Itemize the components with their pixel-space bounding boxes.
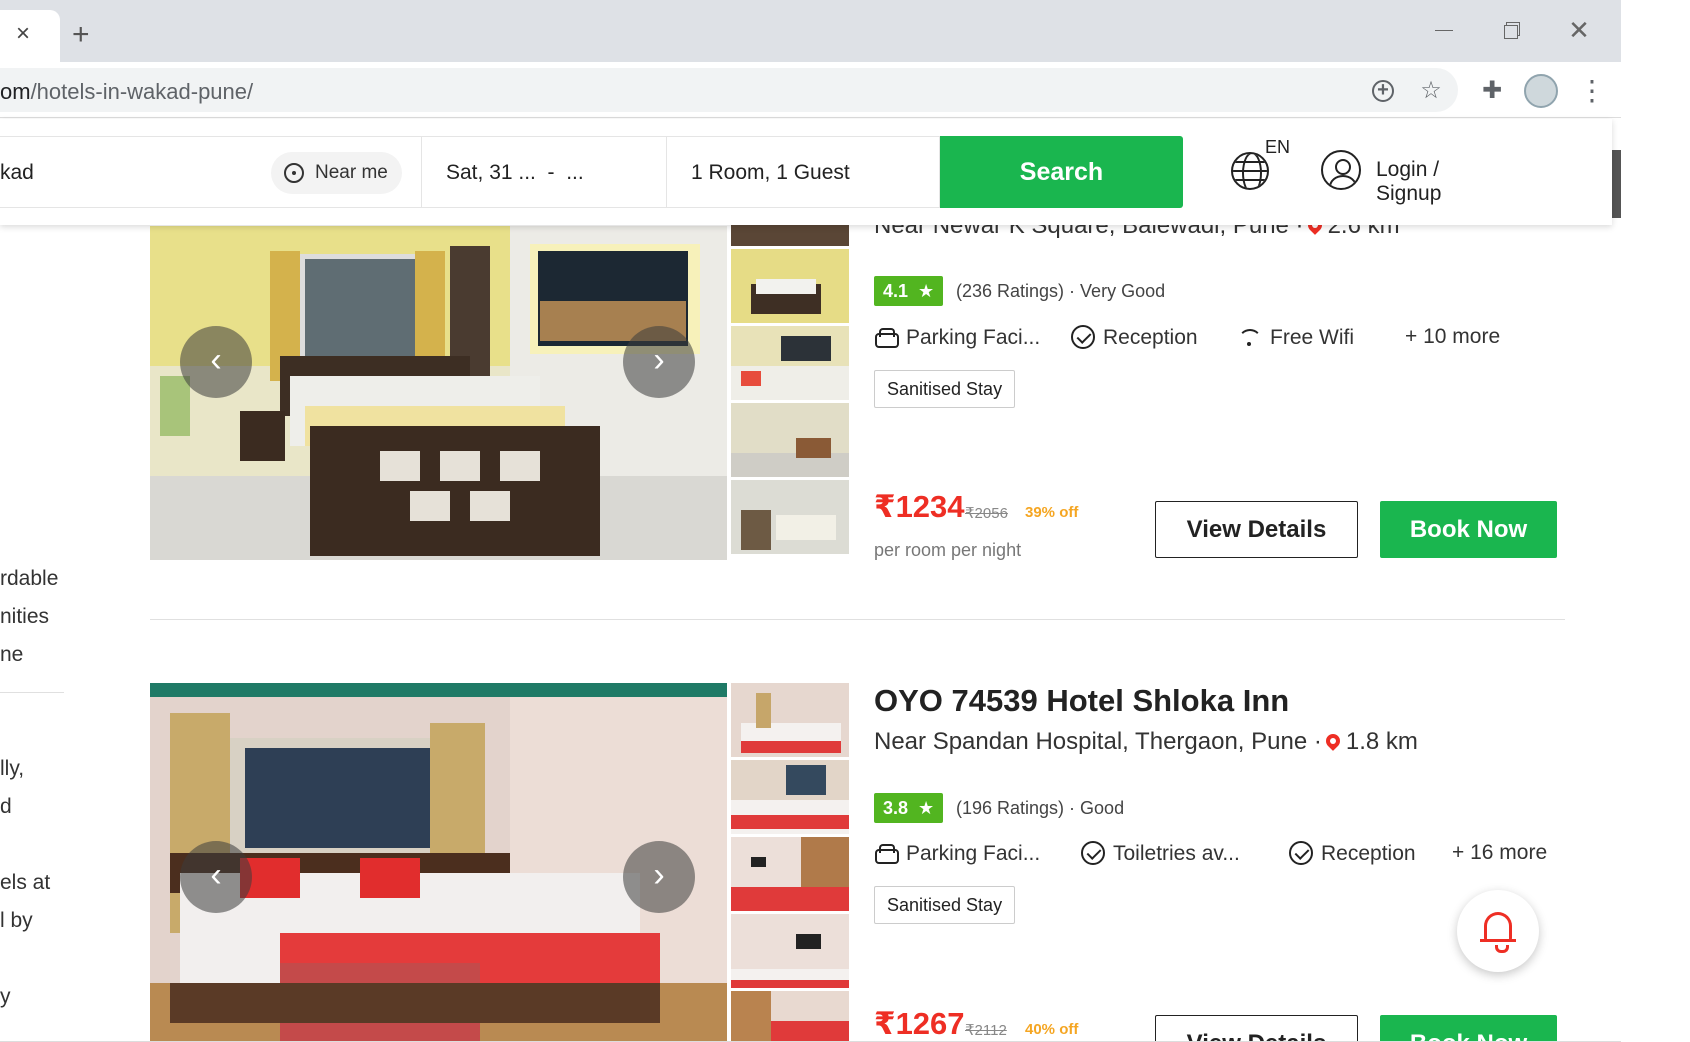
filter-sidebar: rdable nities ne lly, d els at l by y	[0, 225, 72, 1042]
original-price: ₹2112	[965, 1022, 1007, 1039]
location-pin-icon	[1322, 731, 1343, 751]
user-icon[interactable]	[1321, 150, 1361, 190]
photo-thumbnail[interactable]	[731, 991, 849, 1042]
photo-thumbnail[interactable]	[731, 683, 849, 757]
url-text[interactable]: om/hotels-in-wakad-pune/	[0, 79, 253, 105]
next-photo-arrow[interactable]: ›	[623, 326, 695, 398]
sanitised-stay-tag: Sanitised Stay	[874, 886, 1016, 924]
rating-badge: 4.1 ★	[874, 276, 943, 306]
city-search-field[interactable]: kad Near me	[0, 136, 422, 208]
amenity-toiletries: Toiletries av...	[1081, 841, 1240, 866]
wifi-icon	[1238, 325, 1262, 349]
new-tab-button[interactable]: +	[72, 20, 90, 50]
browser-tab-strip: × + ✕	[0, 0, 1621, 62]
address-bar[interactable]: om/hotels-in-wakad-pune/	[0, 68, 1458, 112]
check-circle-icon	[1289, 841, 1313, 865]
notification-button[interactable]	[1457, 890, 1539, 972]
tab-close-icon[interactable]: ×	[16, 22, 30, 46]
sidebar-text-line: lly,	[0, 757, 25, 780]
rating-summary: (196 Ratings) · Good	[956, 798, 1125, 818]
browser-toolbar: om/hotels-in-wakad-pune/ ☆ ✚ ⋮	[0, 62, 1621, 118]
scrollbar-thumb[interactable]	[1612, 150, 1621, 218]
hotel-price: ₹1267	[874, 1006, 965, 1041]
login-signup-link[interactable]: Login / Signup	[1376, 158, 1441, 206]
book-now-button[interactable]: Book Now	[1380, 1015, 1557, 1042]
car-icon	[874, 841, 899, 865]
previous-photo-arrow[interactable]: ‹	[180, 326, 252, 398]
sidebar-text-line: d	[0, 795, 12, 818]
window-edge	[1621, 0, 1690, 1042]
language-code[interactable]: EN	[1265, 137, 1290, 158]
date-value: Sat, 31 ... - ...	[446, 161, 584, 184]
date-picker-field[interactable]: Sat, 31 ... - ...	[422, 136, 667, 208]
view-details-button[interactable]: View Details	[1155, 501, 1358, 558]
window-close-button[interactable]: ✕	[1567, 17, 1591, 43]
globe-icon	[1231, 152, 1269, 190]
sidebar-text-line: rdable	[0, 567, 59, 590]
next-photo-arrow[interactable]: ›	[623, 841, 695, 913]
hotel-name[interactable]: OYO 74539 Hotel Shloka Inn	[874, 683, 1289, 719]
more-amenities-link[interactable]: + 10 more	[1405, 325, 1500, 349]
hotel-card: ‹ › OYO 74539 Hotel Shloka Inn Near Span…	[150, 683, 1565, 1042]
near-me-button[interactable]: Near me	[271, 152, 402, 194]
car-icon	[874, 325, 899, 349]
profile-avatar[interactable]	[1524, 74, 1558, 108]
browser-tab[interactable]: ×	[0, 10, 60, 62]
bookmark-star-icon[interactable]: ☆	[1418, 78, 1444, 104]
photo-thumbnail[interactable]	[731, 403, 849, 477]
more-amenities-link[interactable]: + 16 more	[1452, 841, 1547, 865]
search-button[interactable]: Search	[940, 136, 1183, 208]
sidebar-text-line: els at	[0, 871, 51, 894]
book-now-button[interactable]: Book Now	[1380, 501, 1557, 558]
sidebar-text-line: ne	[0, 643, 24, 666]
price-unit: per room per night	[874, 540, 1022, 560]
amenity-parking: Parking Faci...	[874, 325, 1040, 350]
sidebar-text-line: l by	[0, 909, 33, 932]
star-icon: ★	[918, 798, 935, 818]
photo-thumbnail[interactable]	[731, 326, 849, 400]
check-circle-icon	[1071, 325, 1095, 349]
city-value[interactable]: kad	[0, 161, 34, 185]
guests-field[interactable]: 1 Room, 1 Guest	[667, 136, 940, 208]
original-price: ₹2056	[965, 505, 1008, 522]
language-selector[interactable]	[1231, 152, 1271, 192]
sidebar-text-line: y	[0, 985, 11, 1008]
sidebar-text-line: nities	[0, 605, 50, 628]
rating-summary: (236 Ratings) · Very Good	[956, 281, 1166, 301]
photo-thumbnail[interactable]	[731, 760, 849, 834]
rating-badge: 3.8 ★	[874, 793, 943, 823]
browser-menu-icon[interactable]: ⋮	[1578, 77, 1606, 105]
window-minimize-button[interactable]	[1432, 18, 1456, 42]
photo-thumbnail[interactable]	[731, 249, 849, 323]
hotel-address: Near Spandan Hospital, Thergaon, Pune · 1…	[874, 728, 1418, 755]
photo-thumbnail[interactable]	[731, 837, 849, 911]
discount-label: 40% off	[1025, 1021, 1079, 1038]
window-restore-button[interactable]	[1500, 18, 1524, 42]
star-icon: ★	[918, 281, 935, 301]
card-divider	[150, 619, 1565, 620]
hotel-price: ₹1234	[874, 489, 965, 524]
photo-thumbnail[interactable]	[731, 914, 849, 988]
amenity-parking: Parking Faci...	[874, 841, 1040, 866]
discount-label: 39% off	[1025, 504, 1079, 521]
hotel-card: ‹ › Near Newar K Square, Balewadi, Pune …	[150, 172, 1565, 566]
previous-photo-arrow[interactable]: ‹	[180, 841, 252, 913]
guests-value: 1 Room, 1 Guest	[691, 161, 850, 184]
hotel-distance: 1.8 km	[1345, 728, 1418, 755]
bell-icon	[1480, 912, 1516, 953]
view-details-button[interactable]: View Details	[1155, 1015, 1358, 1042]
crosshair-icon	[284, 163, 304, 183]
amenity-reception: Reception	[1071, 325, 1198, 350]
sidebar-divider	[0, 692, 64, 693]
check-circle-icon	[1081, 841, 1105, 865]
near-me-label: Near me	[315, 162, 388, 183]
amenity-reception: Reception	[1289, 841, 1416, 866]
amenity-wifi: Free Wifi	[1238, 325, 1354, 350]
add-to-page-icon[interactable]	[1370, 77, 1396, 104]
sanitised-stay-tag: Sanitised Stay	[874, 370, 1016, 408]
extensions-puzzle-icon[interactable]: ✚	[1479, 78, 1505, 104]
photo-thumbnail[interactable]	[731, 480, 849, 554]
